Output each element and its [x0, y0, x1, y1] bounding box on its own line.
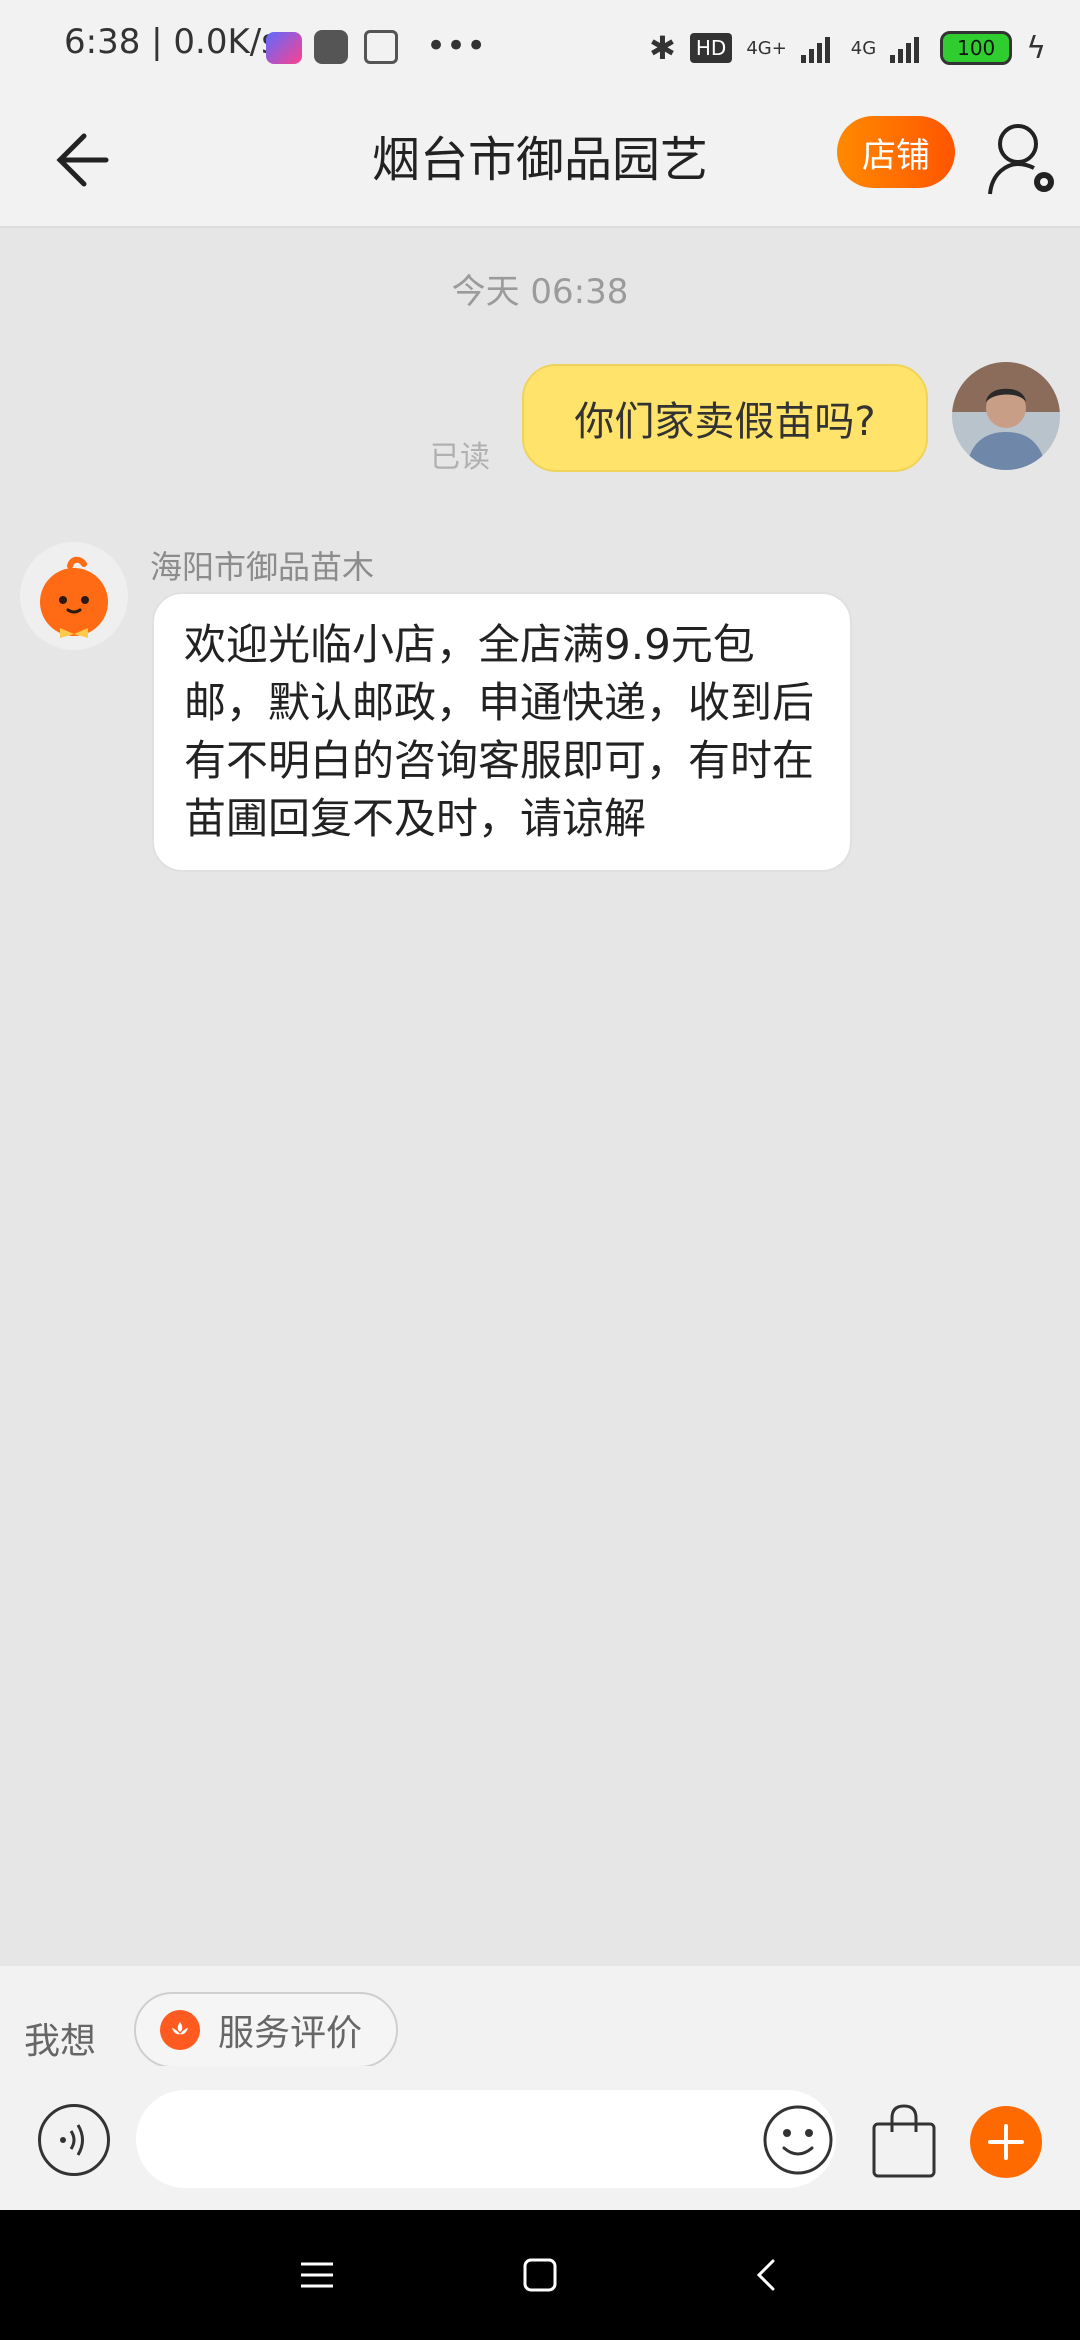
signal-icon: [890, 37, 920, 63]
service-rating-chip[interactable]: 服务评价: [134, 1992, 398, 2068]
battery-level: 100: [957, 36, 996, 60]
shop-message-bubble[interactable]: 欢迎光临小店，全店满9.9元包邮，默认邮政，申通快递，收到后有不明白的咨询客服即…: [152, 592, 852, 872]
hd-icon: HD: [689, 33, 733, 63]
read-status: 已读: [430, 440, 490, 475]
shop-button[interactable]: 店铺: [837, 116, 955, 188]
menu-icon: [301, 2262, 333, 2288]
signal-icon: [800, 37, 830, 63]
rating-flower-icon: [160, 2010, 200, 2050]
shopping-bag-icon: [872, 2104, 936, 2178]
my-message-text: 你们家卖假苗吗?: [574, 399, 876, 445]
home-icon: [523, 2258, 557, 2292]
plus-button[interactable]: [970, 2106, 1042, 2178]
quick-reply-label: 我想: [24, 2021, 97, 2062]
chat-header: 烟台市御品园艺 店铺: [0, 96, 1080, 228]
home-button[interactable]: [503, 2238, 577, 2312]
profile-button[interactable]: [984, 116, 1064, 200]
network-4g: 4G: [850, 37, 877, 59]
my-avatar[interactable]: [952, 362, 1060, 470]
menu-button[interactable]: [280, 2238, 354, 2312]
shopping-bag-button[interactable]: [868, 2100, 940, 2180]
shop-avatar[interactable]: [20, 542, 128, 650]
voice-icon: [60, 2124, 84, 2156]
my-message-bubble[interactable]: 你们家卖假苗吗?: [522, 364, 928, 472]
service-rating-label: 服务评价: [218, 2013, 363, 2054]
network-4gplus: 4G+: [746, 37, 787, 59]
time-divider: 今天 06:38: [451, 272, 629, 312]
system-back-button[interactable]: [730, 2238, 804, 2312]
status-icons: ✱ HD 4G+ 4G 100 ϟ: [649, 26, 1046, 70]
plus-icon: [988, 2124, 1024, 2160]
back-icon: [756, 2259, 775, 2291]
sender-name: 海阳市御品苗木: [150, 548, 375, 586]
voice-button[interactable]: [38, 2104, 110, 2176]
bluetooth-icon: ✱: [649, 29, 676, 67]
emoji-button[interactable]: [760, 2102, 836, 2178]
app-icon: [266, 32, 302, 64]
message-input[interactable]: [136, 2090, 836, 2188]
user-photo-icon: [952, 362, 1060, 470]
shop-message-text: 欢迎光临小店，全店满9.9元包邮，默认邮政，申通快递，收到后有不明白的咨询客服即…: [184, 620, 815, 843]
battery-icon: 100: [940, 31, 1013, 65]
calendar-icon: [364, 30, 398, 64]
emoji-icon: [763, 2105, 833, 2175]
status-time: 6:38 | 0.0K/s: [64, 22, 279, 62]
mi-icon: [314, 30, 348, 64]
more-icon: •••: [426, 26, 487, 66]
shop-mascot-icon: [40, 556, 108, 638]
user-settings-icon: [988, 124, 1054, 195]
charging-icon: ϟ: [1026, 30, 1046, 66]
